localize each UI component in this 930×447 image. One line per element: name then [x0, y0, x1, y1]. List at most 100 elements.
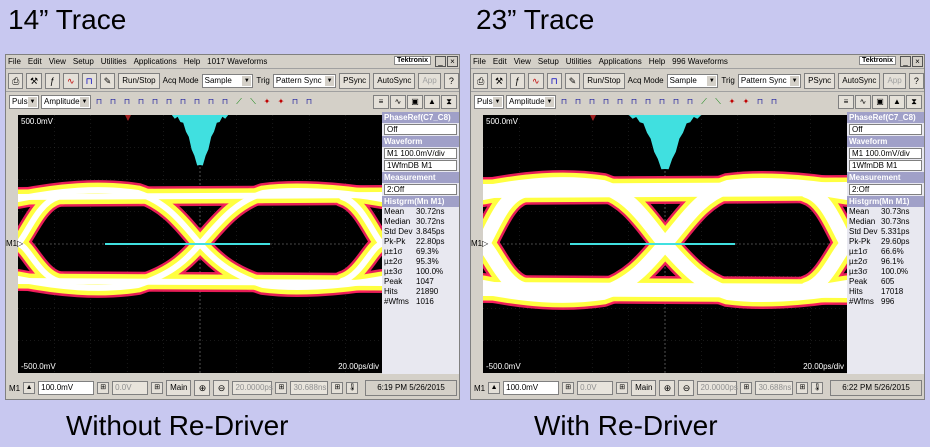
pulse-meas-icon[interactable]: ⊓	[107, 96, 119, 108]
phaseref-value[interactable]: Off	[849, 124, 922, 135]
list-icon[interactable]: ≡	[373, 95, 389, 109]
spin-icon[interactable]: ⊞	[275, 382, 288, 394]
pulse-meas-icon[interactable]: ⊓	[656, 96, 668, 108]
jitter-icon[interactable]: ✦	[261, 96, 273, 108]
eye-view-icon[interactable]: ▣	[872, 95, 888, 109]
pulse-select[interactable]: Pulse	[9, 95, 39, 109]
tools-icon[interactable]: ⚒	[491, 72, 507, 89]
menu-applications[interactable]: Applications	[599, 57, 642, 66]
pulse-meas-icon[interactable]: ⊓	[177, 96, 189, 108]
pulse-meas-icon[interactable]: ⊓	[684, 96, 696, 108]
menu-applications[interactable]: Applications	[134, 57, 177, 66]
minimize-button[interactable]: _	[435, 56, 446, 67]
autosync-button[interactable]: AutoSync	[838, 72, 881, 89]
hourglass-icon[interactable]: ⧗	[441, 95, 457, 109]
measurement-value[interactable]: 2:Off	[849, 184, 922, 195]
spin-icon[interactable]: ⊞	[796, 382, 809, 394]
time-scale-field[interactable]: 20.0000ps	[697, 381, 738, 395]
vdiv-field[interactable]: 100.0mV	[38, 381, 95, 395]
print-icon[interactable]: ⎙	[473, 72, 489, 89]
waveform-value[interactable]: M1 100.0mV/div	[384, 148, 457, 159]
pulse-meas-icon[interactable]: ⊓	[135, 96, 147, 108]
pulse-meas-icon[interactable]: ⊓	[303, 96, 315, 108]
menu-setup[interactable]: Setup	[73, 57, 94, 66]
pulse-meas-icon[interactable]: ⊓	[289, 96, 301, 108]
pulse-meas-icon[interactable]: ⊓	[642, 96, 654, 108]
zoom-out-icon[interactable]: ⊖	[213, 380, 230, 396]
menu-view[interactable]: View	[49, 57, 66, 66]
fall-icon[interactable]: ⟍	[712, 96, 724, 108]
temperature-icon[interactable]: 🌡	[811, 382, 824, 394]
close-button[interactable]: ×	[447, 56, 458, 67]
spin-icon[interactable]: ⊞	[97, 382, 110, 394]
trig-select[interactable]: Pattern Sync	[272, 73, 337, 88]
spin-icon[interactable]: ⊞	[331, 382, 344, 394]
menu-file[interactable]: File	[473, 57, 486, 66]
jitter-icon[interactable]: ✦	[740, 96, 752, 108]
wave-view-icon[interactable]: ∿	[390, 95, 406, 109]
amplitude-select[interactable]: Amplitude	[506, 95, 556, 109]
pen-icon[interactable]: ✎	[564, 72, 581, 89]
waveform-icon[interactable]: ∿	[63, 72, 79, 89]
measure-icon[interactable]: ⊓	[546, 72, 562, 89]
menu-utilities[interactable]: Utilities	[101, 57, 127, 66]
app-button[interactable]: App	[418, 72, 441, 89]
pulse-meas-icon[interactable]: ⊓	[121, 96, 133, 108]
temperature-icon[interactable]: 🌡	[346, 382, 359, 394]
menu-file[interactable]: File	[8, 57, 21, 66]
autosync-button[interactable]: AutoSync	[373, 72, 416, 89]
menu-edit[interactable]: Edit	[493, 57, 507, 66]
acq-mode-select[interactable]: Sample	[666, 73, 719, 88]
position-field[interactable]: 30.688ns	[755, 381, 794, 395]
wfmdb-value[interactable]: 1WfmDB M1	[384, 160, 457, 171]
pulse-meas-icon[interactable]: ⊓	[558, 96, 570, 108]
eye-view-icon[interactable]: ▣	[407, 95, 423, 109]
spin-icon[interactable]: ⊞	[562, 382, 575, 394]
psync-button[interactable]: PSync	[339, 72, 371, 89]
menu-help[interactable]: Help	[649, 57, 665, 66]
channel-up-icon[interactable]: ▲	[488, 382, 501, 394]
pen-icon[interactable]: ✎	[99, 72, 116, 89]
rise-icon[interactable]: ⟋	[233, 96, 245, 108]
pulse-meas-icon[interactable]: ⊓	[219, 96, 231, 108]
minimize-button[interactable]: _	[900, 56, 911, 67]
help-icon[interactable]: ?	[908, 72, 925, 89]
channel-up-icon[interactable]: ▲	[23, 382, 36, 394]
pulse-meas-icon[interactable]: ⊓	[93, 96, 105, 108]
trig-select[interactable]: Pattern Sync	[737, 73, 802, 88]
acq-mode-select[interactable]: Sample	[201, 73, 254, 88]
main-button[interactable]: Main	[166, 380, 192, 396]
math-icon[interactable]: ƒ	[44, 72, 61, 89]
zoom-out-icon[interactable]: ⊖	[678, 380, 695, 396]
pulse-select[interactable]: Pulse	[474, 95, 504, 109]
pulse-meas-icon[interactable]: ⊓	[628, 96, 640, 108]
measurement-value[interactable]: 2:Off	[384, 184, 457, 195]
spin-icon[interactable]: ⊞	[616, 382, 629, 394]
pulse-meas-icon[interactable]: ⊓	[600, 96, 612, 108]
vdiv-field[interactable]: 100.0mV	[503, 381, 560, 395]
jitter-icon[interactable]: ✦	[275, 96, 287, 108]
pulse-meas-icon[interactable]: ⊓	[614, 96, 626, 108]
close-button[interactable]: ×	[912, 56, 923, 67]
position-field[interactable]: 30.688ns	[290, 381, 329, 395]
measure-icon[interactable]: ⊓	[81, 72, 97, 89]
m1-marker[interactable]: M1▷	[6, 239, 23, 248]
time-scale-field[interactable]: 20.0000ps	[232, 381, 273, 395]
pulse-meas-icon[interactable]: ⊓	[754, 96, 766, 108]
run-stop-button[interactable]: Run/Stop	[118, 72, 160, 89]
histogram-view-icon[interactable]: ▲	[889, 95, 905, 109]
spin-icon[interactable]: ⊞	[740, 382, 753, 394]
list-icon[interactable]: ≡	[838, 95, 854, 109]
menu-utilities[interactable]: Utilities	[566, 57, 592, 66]
menu-help[interactable]: Help	[184, 57, 200, 66]
zoom-in-icon[interactable]: ⊕	[659, 380, 676, 396]
phaseref-value[interactable]: Off	[384, 124, 457, 135]
pulse-meas-icon[interactable]: ⊓	[205, 96, 217, 108]
menu-edit[interactable]: Edit	[28, 57, 42, 66]
spin-icon[interactable]: ⊞	[151, 382, 164, 394]
pulse-meas-icon[interactable]: ⊓	[149, 96, 161, 108]
zoom-in-icon[interactable]: ⊕	[194, 380, 211, 396]
menu-view[interactable]: View	[514, 57, 531, 66]
pulse-meas-icon[interactable]: ⊓	[768, 96, 780, 108]
amplitude-select[interactable]: Amplitude	[41, 95, 91, 109]
